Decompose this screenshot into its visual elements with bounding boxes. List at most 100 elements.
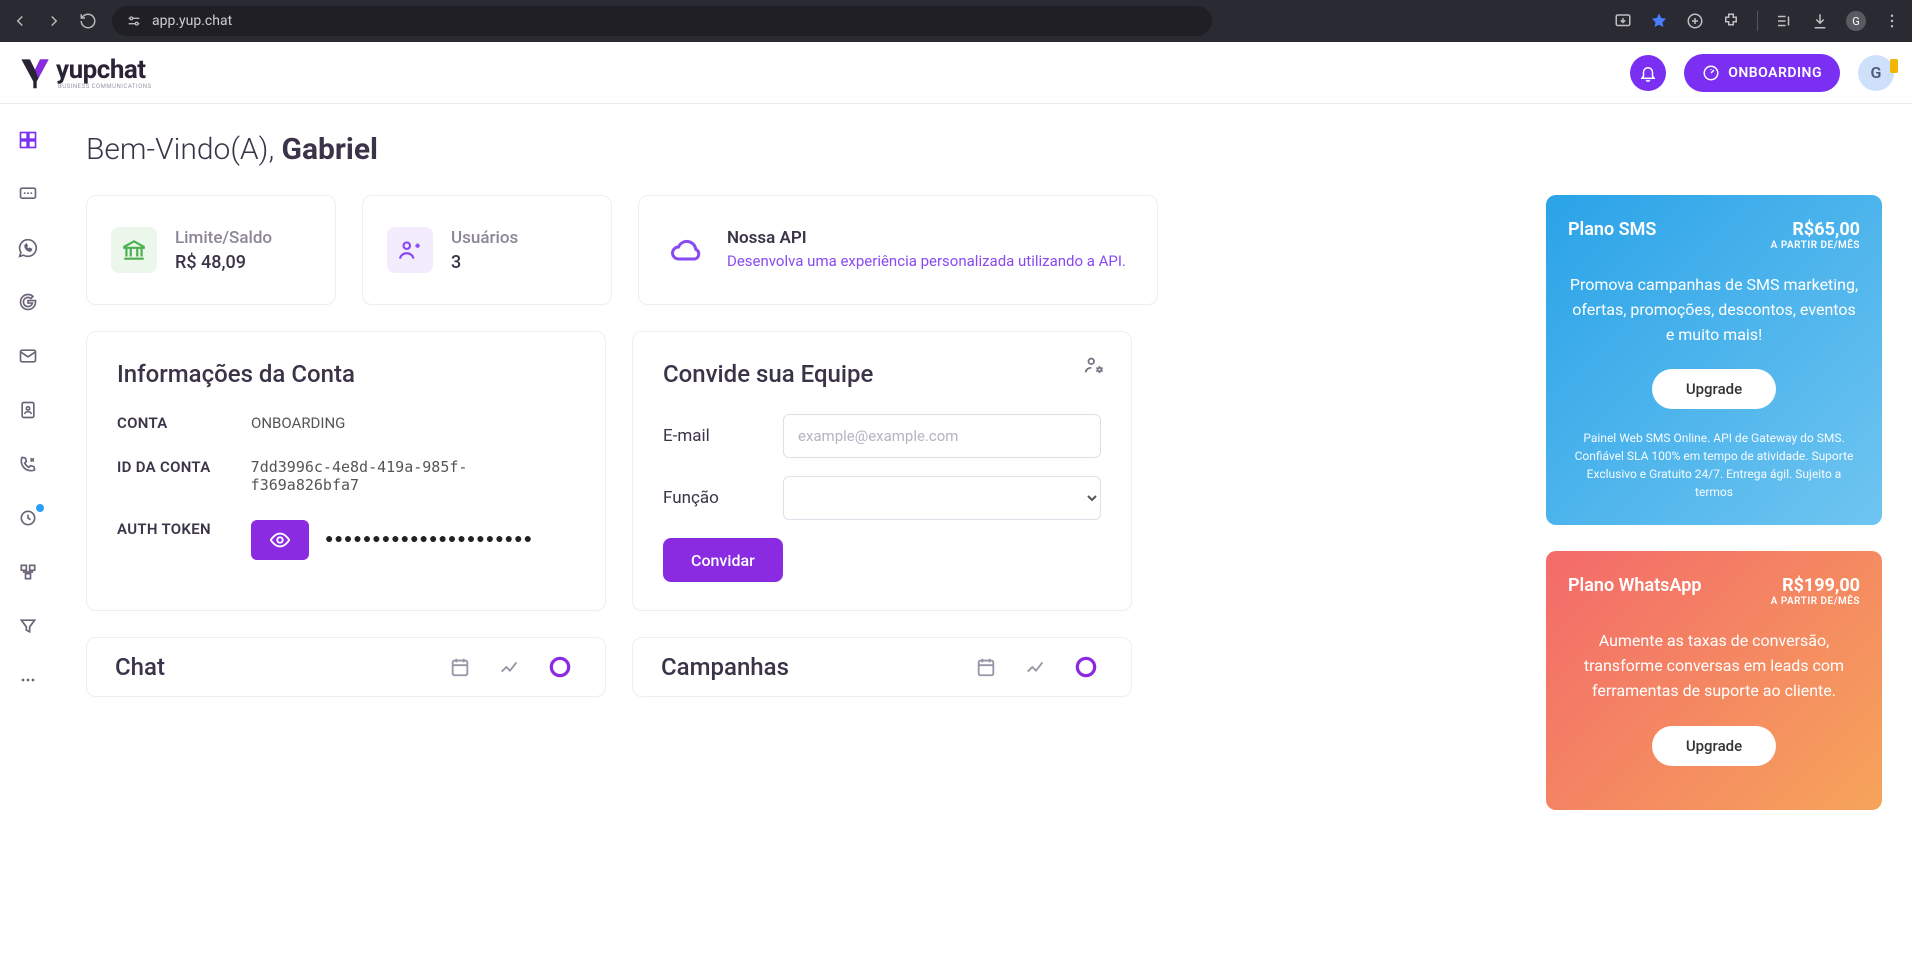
plan-sms-upgrade-button[interactable]: Upgrade: [1652, 369, 1776, 409]
browser-url-text: app.yup.chat: [152, 13, 232, 29]
reveal-token-button[interactable]: [251, 520, 309, 560]
invite-email-input[interactable]: [783, 414, 1101, 458]
install-app-icon[interactable]: [1613, 11, 1633, 31]
campaigns-title: Campanhas: [661, 653, 789, 681]
plan-card-whatsapp: Plano WhatsApp R$199,00 A PARTIR DE/MÊS …: [1546, 551, 1882, 809]
extensions-icon[interactable]: [1721, 11, 1741, 31]
invite-role-select[interactable]: [783, 476, 1101, 520]
app-logo-subtitle: BUSINESS COMMUNICATIONS: [58, 83, 152, 90]
stat-card-balance: Limite/Saldo R$ 48,09: [86, 195, 336, 305]
site-settings-icon[interactable]: [126, 13, 142, 29]
api-title: Nossa API: [727, 228, 1126, 248]
bookmark-star-icon[interactable]: [1649, 11, 1669, 31]
browser-back-button[interactable]: [10, 11, 30, 31]
chat-panel-header: Chat: [86, 637, 606, 697]
new-tab-plus-icon[interactable]: [1685, 11, 1705, 31]
plan-wa-description: Aumente as taxas de conversão, transform…: [1568, 629, 1860, 703]
plan-wa-upgrade-button[interactable]: Upgrade: [1652, 726, 1776, 766]
welcome-heading: Bem-Vindo(A), Gabriel: [86, 132, 1882, 167]
sidebar-item-email[interactable]: [16, 344, 40, 368]
chat-title: Chat: [115, 653, 165, 681]
plan-sms-period: A PARTIR DE/MÊS: [1771, 240, 1860, 251]
browser-url-bar[interactable]: app.yup.chat: [112, 6, 1212, 36]
campaigns-view-calendar-button[interactable]: [969, 650, 1003, 684]
account-id-key: ID DA CONTA: [117, 458, 251, 494]
app-header: yupchat BUSINESS COMMUNICATIONS ONBOARDI…: [0, 42, 1912, 104]
plan-wa-period: A PARTIR DE/MÊS: [1771, 596, 1860, 607]
invite-team-panel: Convide sua Equipe E-mail Função Convida…: [632, 331, 1132, 611]
campaigns-view-trend-button[interactable]: [1019, 650, 1053, 684]
browser-menu-icon[interactable]: [1882, 11, 1902, 31]
browser-profile-badge[interactable]: G: [1846, 11, 1866, 31]
account-info-title: Informações da Conta: [117, 360, 575, 388]
plan-sms-footer: Painel Web SMS Online. API de Gateway do…: [1568, 429, 1860, 501]
users-value: 3: [451, 252, 518, 273]
stat-card-api[interactable]: Nossa API Desenvolva uma experiência per…: [638, 195, 1158, 305]
users-label: Usuários: [451, 228, 518, 248]
bell-icon: [1639, 64, 1657, 82]
welcome-greeting: Bem-Vindo(A),: [86, 132, 282, 167]
plan-card-sms: Plano SMS R$65,00 A PARTIR DE/MÊS Promov…: [1546, 195, 1882, 525]
cloud-icon: [663, 227, 709, 273]
browser-forward-button[interactable]: [44, 11, 64, 31]
browser-chrome: app.yup.chat G: [0, 0, 1912, 42]
chat-view-calendar-button[interactable]: [443, 650, 477, 684]
sidebar-item-contacts[interactable]: [16, 398, 40, 422]
api-description: Desenvolva uma experiência personalizada…: [727, 250, 1126, 273]
profile-avatar[interactable]: G: [1858, 55, 1894, 91]
sidebar-item-filter[interactable]: [16, 614, 40, 638]
email-label: E-mail: [663, 426, 783, 446]
sidebar-nav: [0, 104, 56, 960]
account-info-panel: Informações da Conta CONTA ONBOARDING ID…: [86, 331, 606, 611]
invite-title: Convide sua Equipe: [663, 360, 1101, 388]
sidebar-item-more[interactable]: [16, 668, 40, 692]
sidebar-item-sms[interactable]: [16, 182, 40, 206]
notifications-button[interactable]: [1630, 55, 1666, 91]
balance-label: Limite/Saldo: [175, 228, 272, 248]
sidebar-item-voice[interactable]: [16, 452, 40, 476]
team-settings-button[interactable]: [1083, 354, 1105, 380]
invite-submit-button[interactable]: Convidar: [663, 538, 783, 582]
sidebar-item-analytics[interactable]: [16, 506, 40, 530]
sidebar-item-whatsapp[interactable]: [16, 236, 40, 260]
plan-wa-name: Plano WhatsApp: [1568, 575, 1701, 596]
donut-icon: [1073, 654, 1099, 680]
balance-value: R$ 48,09: [175, 252, 272, 273]
auth-token-masked: ●●●●●●●●●●●●●●●●●●●●●●: [325, 530, 533, 547]
welcome-name: Gabriel: [282, 132, 378, 167]
users-icon: [387, 227, 433, 273]
browser-reload-button[interactable]: [78, 11, 98, 31]
bank-icon: [111, 227, 157, 273]
onboarding-pill-button[interactable]: ONBOARDING: [1684, 54, 1840, 92]
plan-sms-name: Plano SMS: [1568, 219, 1656, 240]
chat-view-donut-button[interactable]: [543, 650, 577, 684]
campaigns-view-donut-button[interactable]: [1069, 650, 1103, 684]
chat-view-trend-button[interactable]: [493, 650, 527, 684]
trend-icon: [499, 656, 521, 678]
role-label: Função: [663, 488, 783, 508]
app-logo-text: yupchat: [56, 55, 152, 85]
plan-sms-description: Promova campanhas de SMS marketing, ofer…: [1568, 273, 1860, 347]
plan-wa-price: R$199,00: [1771, 575, 1860, 596]
downloads-icon[interactable]: [1810, 11, 1830, 31]
onboarding-label: ONBOARDING: [1728, 65, 1822, 81]
auth-token-key: AUTH TOKEN: [117, 520, 251, 560]
calendar-icon: [449, 656, 471, 678]
plan-sms-price: R$65,00: [1771, 219, 1860, 240]
gauge-icon: [1702, 64, 1720, 82]
app-logo[interactable]: yupchat BUSINESS COMMUNICATIONS: [18, 55, 152, 90]
account-name-key: CONTA: [117, 414, 251, 432]
trend-icon: [1025, 656, 1047, 678]
eye-icon: [269, 529, 291, 551]
donut-icon: [547, 654, 573, 680]
sidebar-item-dashboard[interactable]: [16, 128, 40, 152]
campaigns-panel-header: Campanhas: [632, 637, 1132, 697]
calendar-icon: [975, 656, 997, 678]
account-id-value: 7dd3996c-4e8d-419a-985f-f369a826bfa7: [251, 458, 575, 494]
media-controls-icon[interactable]: [1774, 11, 1794, 31]
account-name-value: ONBOARDING: [251, 414, 345, 432]
sidebar-item-integrations[interactable]: [16, 560, 40, 584]
stat-card-users: Usuários 3: [362, 195, 612, 305]
main-content: Bem-Vindo(A), Gabriel Limite/Saldo R$ 48…: [56, 104, 1912, 960]
sidebar-item-google[interactable]: [16, 290, 40, 314]
